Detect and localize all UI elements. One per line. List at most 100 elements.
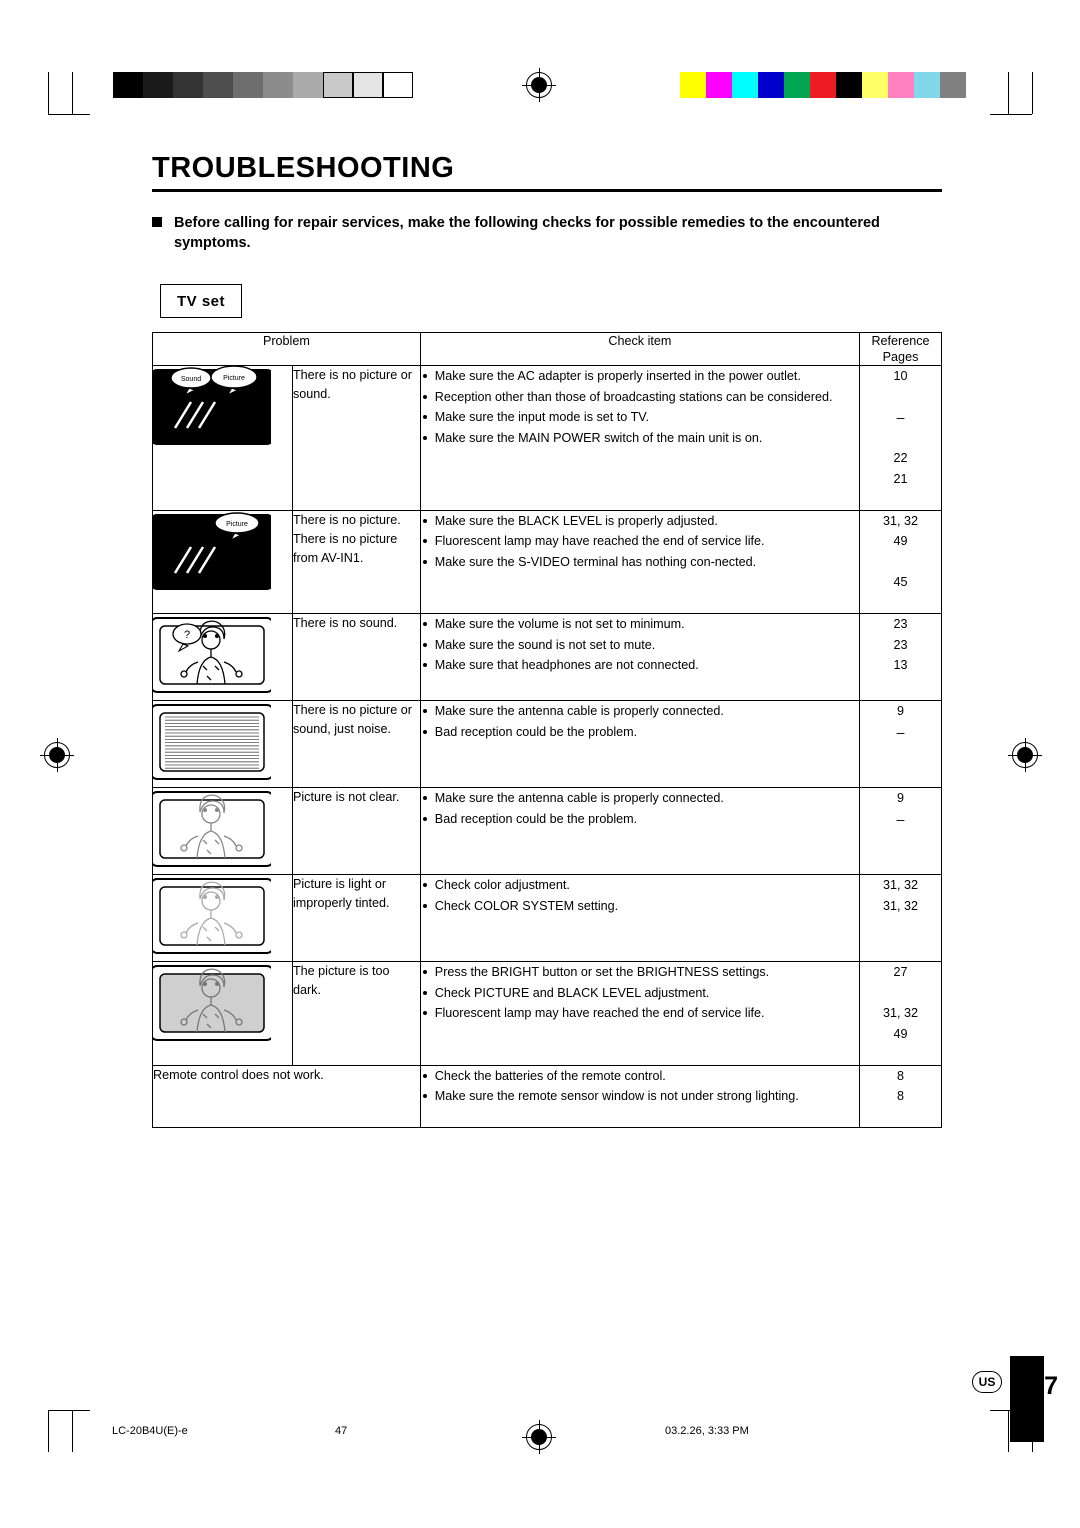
reference-page: 31, 32 bbox=[883, 878, 919, 892]
svg-text:Picture: Picture bbox=[226, 521, 248, 528]
bullet-icon bbox=[422, 970, 427, 974]
table-row: Picture is not clear. Make sure the anten… bbox=[152, 787, 942, 875]
reference-page: 8 bbox=[897, 1068, 905, 1083]
bullet-icon bbox=[422, 518, 427, 523]
check-item: Make sure that headphones are not connec… bbox=[421, 655, 859, 676]
reference-page: – bbox=[896, 810, 905, 827]
bullet-icon bbox=[422, 663, 427, 667]
check-item: Make sure the AC adapter is properly ins… bbox=[421, 366, 859, 387]
color-patch bbox=[810, 72, 836, 98]
color-control-patches bbox=[680, 72, 966, 98]
table-row: The picture is too dark. Press the BRIGHT… bbox=[152, 961, 942, 1066]
header-problem: Problem bbox=[152, 332, 421, 366]
reference-pages-cell: 31, 32 49 45 bbox=[859, 509, 942, 614]
check-item-cell: Make sure the antenna cable is properly … bbox=[419, 787, 861, 875]
problem-text: There is no sound. bbox=[291, 613, 421, 701]
svg-text:Sound: Sound bbox=[181, 376, 201, 383]
gray-patch bbox=[383, 72, 413, 98]
tv-tinted-picture-icon bbox=[152, 874, 293, 962]
header-check-item: Check item bbox=[419, 332, 861, 366]
reference-page: 49 bbox=[893, 1026, 908, 1041]
gray-patch bbox=[293, 72, 323, 98]
bullet-icon bbox=[422, 883, 427, 887]
reference-pages-cell: 9– bbox=[859, 700, 942, 788]
reference-page: – bbox=[896, 409, 905, 425]
title-rule bbox=[152, 189, 942, 192]
problem-text: There is no picture. There is no picture… bbox=[291, 509, 421, 614]
color-patch bbox=[914, 72, 940, 98]
color-patch bbox=[836, 72, 862, 98]
bullet-icon bbox=[422, 642, 427, 647]
registration-mark-bottom bbox=[522, 1420, 556, 1454]
reference-page: 8 bbox=[897, 1089, 905, 1103]
problem-text: There is no picture or sound. bbox=[291, 365, 421, 511]
page-number: 47 bbox=[1030, 1372, 1058, 1400]
check-item: Fluorescent lamp may have reached the en… bbox=[421, 531, 859, 552]
problem-text: The picture is too dark. bbox=[291, 961, 421, 1066]
tv-no-picture-no-sound-icon: Sound Picture bbox=[152, 365, 293, 511]
check-item: Make sure the volume is not set to minim… bbox=[421, 614, 859, 635]
color-patch bbox=[758, 72, 784, 98]
gray-patch bbox=[323, 72, 353, 98]
registration-mark-left bbox=[40, 738, 74, 772]
registration-mark-right bbox=[1008, 738, 1042, 772]
check-item-cell: Make sure the antenna cable is properly … bbox=[419, 700, 861, 788]
bullet-icon bbox=[422, 990, 427, 995]
tv-noise-icon bbox=[152, 700, 293, 788]
color-patch bbox=[732, 72, 758, 98]
reference-page: 22 bbox=[893, 451, 908, 465]
svg-text:?: ? bbox=[184, 629, 190, 641]
reference-page: 9 bbox=[897, 704, 905, 718]
check-item: Make sure the MAIN POWER switch of the m… bbox=[421, 428, 859, 449]
intro-text: Before calling for repair services, make… bbox=[174, 215, 880, 251]
tv-no-sound-icon: ? bbox=[152, 613, 293, 701]
bullet-icon bbox=[422, 394, 427, 399]
color-patch bbox=[706, 72, 732, 98]
bullet-icon bbox=[422, 816, 427, 821]
gray-patch bbox=[233, 72, 263, 98]
color-patch bbox=[888, 72, 914, 98]
reference-page: 23 bbox=[893, 637, 908, 652]
check-item-cell: Make sure the BLACK LEVEL is properly ad… bbox=[419, 509, 861, 614]
check-item-cell: Check color adjustment. Check COLOR SYSTE… bbox=[419, 874, 861, 962]
check-item-cell: Press the BRIGHT button or set the BRIGH… bbox=[419, 961, 861, 1066]
reference-pages-cell: 27 31, 32 49 bbox=[859, 961, 942, 1066]
table-row: ? There is no sound. Make sure the volume … bbox=[152, 613, 942, 701]
problem-text: Remote control does not work. bbox=[152, 1064, 421, 1128]
region-mark-us: US bbox=[972, 1371, 1002, 1393]
footer-file-name: LC-20B4U(E)-e bbox=[112, 1425, 188, 1437]
reference-page: 49 bbox=[893, 534, 908, 548]
table-row: Picture There is no picture. There is no … bbox=[152, 509, 942, 614]
svg-text:Picture: Picture bbox=[223, 375, 245, 382]
reference-pages-cell: 10 – 22 21 bbox=[859, 365, 942, 511]
table-row: Sound Picture There is no picture or sound… bbox=[152, 365, 942, 511]
reference-page: 9 bbox=[897, 791, 905, 805]
footer-timestamp: 03.2.26, 3:33 PM bbox=[665, 1425, 749, 1437]
tv-dark-picture-icon bbox=[152, 961, 293, 1066]
reference-pages-cell: 88 bbox=[859, 1064, 942, 1128]
check-item: Check the batteries of the remote contro… bbox=[421, 1066, 859, 1087]
reference-pages-cell: 31, 32 31, 32 bbox=[859, 874, 942, 962]
page-root: TROUBLESHOOTING Before calling for repai… bbox=[0, 0, 1080, 1528]
table-header-row: Problem Check item Reference Pages bbox=[152, 332, 942, 366]
color-patch bbox=[940, 72, 966, 98]
color-patch bbox=[784, 72, 810, 98]
table-row: Remote control does not work. Check the b… bbox=[152, 1064, 942, 1128]
header-reference-pages: Reference Pages bbox=[859, 332, 942, 366]
bullet-icon bbox=[422, 1011, 427, 1015]
check-item: Press the BRIGHT button or set the BRIGH… bbox=[421, 962, 859, 983]
table-row: There is no picture or sound, just noise… bbox=[152, 700, 942, 788]
table-row: Picture is light or improperly tinted. Ch… bbox=[152, 874, 942, 962]
check-item: Make sure the S-VIDEO terminal has nothi… bbox=[421, 552, 859, 573]
check-item: Bad reception could be the problem. bbox=[421, 809, 859, 830]
gray-patch bbox=[143, 72, 173, 98]
reference-page: 13 bbox=[893, 658, 908, 672]
check-item-cell: Make sure the AC adapter is properly ins… bbox=[419, 365, 861, 511]
problem-text: Picture is light or improperly tinted. bbox=[291, 874, 421, 962]
bullet-icon bbox=[422, 415, 427, 419]
reference-page: 27 bbox=[893, 965, 908, 979]
gray-patch bbox=[113, 72, 143, 98]
check-item: Make sure the antenna cable is properly … bbox=[421, 701, 859, 722]
bullet-icon bbox=[422, 539, 427, 543]
check-item: Bad reception could be the problem. bbox=[421, 722, 859, 743]
